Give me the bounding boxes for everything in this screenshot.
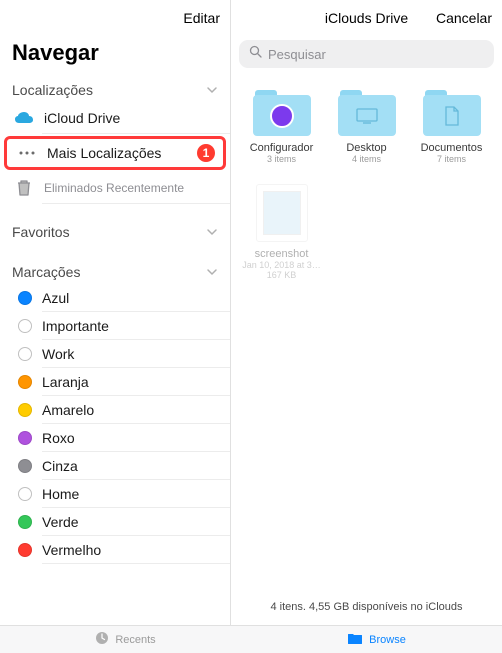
tag-label: Laranja bbox=[42, 374, 218, 390]
location-label: iCloud Drive bbox=[44, 110, 218, 126]
tag-label: Importante bbox=[42, 318, 218, 334]
tag-item[interactable]: Vermelho bbox=[0, 536, 230, 564]
tag-label: Vermelho bbox=[42, 542, 218, 558]
item-name: Desktop bbox=[346, 142, 386, 154]
edit-button[interactable]: Editar bbox=[183, 10, 220, 26]
location-label: Mais Localizações bbox=[47, 145, 187, 161]
folder-item[interactable]: Desktop4 items bbox=[324, 90, 409, 164]
item-meta: 167 KB bbox=[267, 270, 297, 280]
search-input[interactable] bbox=[268, 47, 484, 62]
tag-dot-icon bbox=[18, 347, 32, 361]
tag-item[interactable]: Importante bbox=[0, 312, 230, 340]
tag-item[interactable]: Amarelo bbox=[0, 396, 230, 424]
tag-item[interactable]: Laranja bbox=[0, 368, 230, 396]
main-panel: iClouds Drive Cancelar Configurador3 ite… bbox=[231, 0, 502, 625]
tag-label: Home bbox=[42, 486, 218, 502]
item-meta: 3 items bbox=[267, 154, 296, 164]
favorites-header[interactable]: Favoritos bbox=[0, 218, 230, 244]
tags-list: Azul Importante Work Laranja Amarelo Roxo Cinz… bbox=[0, 284, 230, 564]
item-meta: 7 items bbox=[437, 154, 466, 164]
locations-header[interactable]: Localizações bbox=[0, 76, 230, 102]
tag-label: Verde bbox=[42, 514, 218, 530]
tag-item[interactable]: Roxo bbox=[0, 424, 230, 452]
folder-icon bbox=[347, 632, 363, 648]
tag-dot-icon bbox=[18, 403, 32, 417]
icloud-icon bbox=[14, 108, 34, 128]
folder-item[interactable]: Documentos7 items bbox=[409, 90, 494, 164]
tag-item[interactable]: Cinza bbox=[0, 452, 230, 480]
tag-item[interactable]: Verde bbox=[0, 508, 230, 536]
search-wrap bbox=[231, 36, 502, 76]
chevron-down-icon bbox=[206, 266, 218, 278]
browse-title: Navegar bbox=[0, 36, 230, 76]
tags-header[interactable]: Marcações bbox=[0, 258, 230, 284]
location-label: Eliminados Recentemente bbox=[44, 181, 218, 195]
tag-dot-icon bbox=[18, 459, 32, 473]
search-box[interactable] bbox=[239, 40, 494, 68]
item-name: screenshot bbox=[255, 248, 309, 260]
notification-badge: 1 bbox=[197, 144, 215, 162]
tag-item[interactable]: Home bbox=[0, 480, 230, 508]
item-name: Documentos bbox=[421, 142, 483, 154]
tag-dot-icon bbox=[18, 291, 32, 305]
folder-icon bbox=[423, 90, 481, 136]
main-header: iClouds Drive Cancelar bbox=[231, 0, 502, 36]
item-meta: 4 items bbox=[352, 154, 381, 164]
tab-label: Recents bbox=[115, 634, 155, 646]
tag-dot-icon bbox=[18, 375, 32, 389]
tab-label: Browse bbox=[369, 634, 406, 646]
tag-label: Work bbox=[42, 346, 218, 362]
item-name: Configurador bbox=[250, 142, 314, 154]
chevron-down-icon bbox=[206, 84, 218, 96]
tag-label: Amarelo bbox=[42, 402, 218, 418]
location-item-deleted[interactable]: Eliminados Recentemente bbox=[0, 172, 230, 204]
location-item-icloud[interactable]: iCloud Drive bbox=[0, 102, 230, 134]
more-icon bbox=[17, 143, 37, 163]
tab-recents[interactable]: Recents bbox=[0, 626, 251, 653]
locations-header-label: Localizações bbox=[12, 82, 93, 98]
tag-label: Azul bbox=[42, 290, 218, 306]
folder-icon bbox=[253, 90, 311, 136]
item-meta: Jan 10, 2018 at 3… bbox=[242, 260, 321, 270]
cancel-button[interactable]: Cancelar bbox=[436, 10, 492, 26]
tag-item[interactable]: Work bbox=[0, 340, 230, 368]
main-title: iClouds Drive bbox=[325, 10, 408, 26]
tag-dot-icon bbox=[18, 487, 32, 501]
search-icon bbox=[249, 45, 262, 63]
tab-browse[interactable]: Browse bbox=[251, 626, 502, 653]
tag-dot-icon bbox=[18, 515, 32, 529]
sidebar: Editar Navegar Localizações iCloud Drive… bbox=[0, 0, 231, 625]
tag-item[interactable]: Azul bbox=[0, 284, 230, 312]
tag-label: Cinza bbox=[42, 458, 218, 474]
file-grid: Configurador3 itemsDesktop4 itemsDocumen… bbox=[231, 76, 502, 314]
tag-dot-icon bbox=[18, 319, 32, 333]
sidebar-header: Editar bbox=[0, 0, 230, 36]
folder-item[interactable]: Configurador3 items bbox=[239, 90, 324, 164]
tag-dot-icon bbox=[18, 543, 32, 557]
tags-header-label: Marcações bbox=[12, 264, 80, 280]
file-thumbnail bbox=[256, 184, 308, 242]
file-item[interactable]: screenshotJan 10, 2018 at 3…167 KB bbox=[239, 184, 324, 280]
tag-label: Roxo bbox=[42, 430, 218, 446]
location-item-more[interactable]: Mais Localizações 1 bbox=[4, 136, 226, 170]
favorites-header-label: Favoritos bbox=[12, 224, 70, 240]
status-bar: 4 itens. 4,55 GB disponíveis no iClouds bbox=[231, 593, 502, 625]
trash-icon bbox=[14, 178, 34, 198]
bottom-tabs: Recents Browse bbox=[0, 625, 502, 653]
folder-icon bbox=[338, 90, 396, 136]
chevron-down-icon bbox=[206, 226, 218, 238]
clock-icon bbox=[95, 631, 109, 648]
tag-dot-icon bbox=[18, 431, 32, 445]
